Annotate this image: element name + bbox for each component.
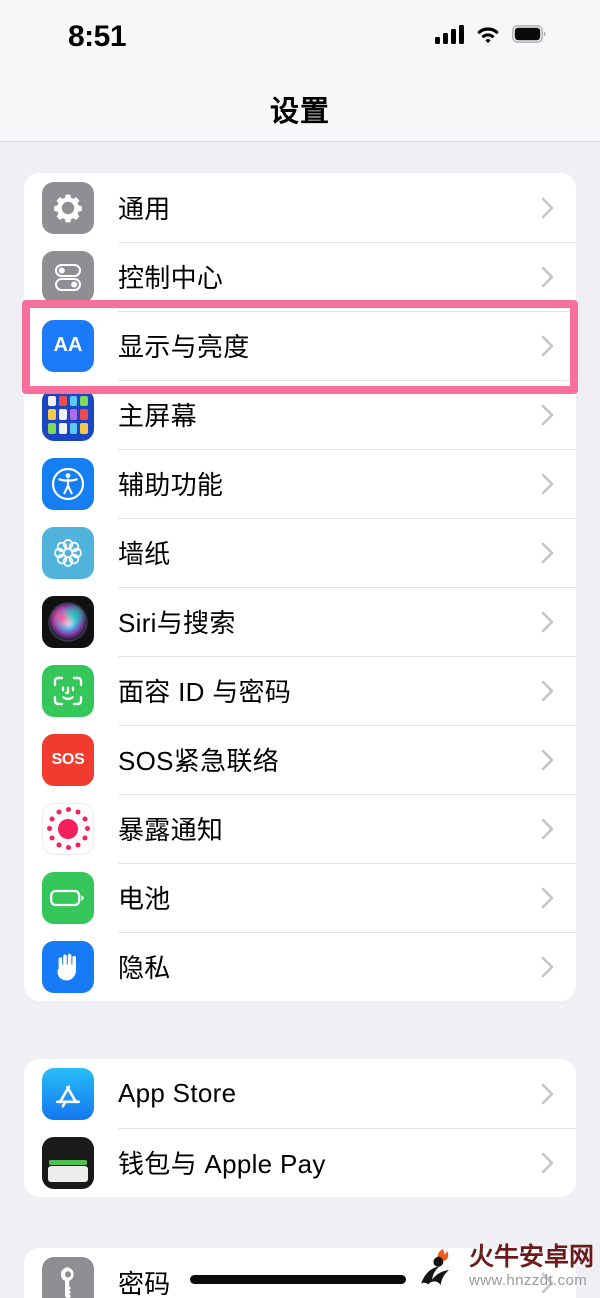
settings-group-store: App Store 钱包与 Apple Pay — [24, 1059, 576, 1197]
settings-list-scroll[interactable]: 通用 控制中心 AA 显示与亮度 主屏幕 辅助功能 墙纸 Siri与搜索 面容 … — [0, 142, 600, 1298]
exposure-notification-icon — [42, 802, 94, 855]
settings-row-label: 主屏幕 — [118, 401, 197, 431]
key-icon — [42, 1256, 94, 1298]
settings-row-exposure-notifications[interactable]: 暴露通知 — [24, 794, 576, 863]
settings-row-label: 控制中心 — [118, 263, 224, 293]
settings-row-label: 辅助功能 — [118, 470, 224, 500]
settings-row-app-store[interactable]: App Store — [24, 1059, 576, 1128]
app-store-icon — [42, 1067, 94, 1120]
status-bar-indicators — [435, 24, 546, 44]
settings-row-label: 面容 ID 与密码 — [118, 677, 292, 707]
battery-icon — [512, 25, 546, 43]
face-id-icon — [42, 664, 94, 717]
aa-icon-label: AA — [53, 334, 83, 356]
settings-row-battery[interactable]: 电池 — [24, 863, 576, 932]
settings-row-label: 电池 — [118, 884, 171, 914]
chevron-right-icon — [541, 680, 554, 701]
wifi-icon — [477, 26, 499, 43]
settings-row-accessibility[interactable]: 辅助功能 — [24, 449, 576, 518]
status-bar-time: 8:51 — [68, 20, 127, 53]
home-indicator[interactable] — [190, 1275, 406, 1284]
settings-group-system: 通用 控制中心 AA 显示与亮度 主屏幕 辅助功能 墙纸 Siri与搜索 面容 … — [24, 173, 576, 1001]
settings-row-label: Siri与搜索 — [118, 608, 236, 638]
chevron-right-icon — [541, 404, 554, 425]
settings-row-label: 钱包与 Apple Pay — [118, 1149, 326, 1179]
display-brightness-aa-icon: AA — [42, 319, 94, 372]
chevron-right-icon — [541, 1083, 554, 1104]
chevron-right-icon — [541, 266, 554, 287]
status-bar: 8:51 — [0, 0, 600, 72]
settings-row-emergency-sos[interactable]: SOS SOS紧急联络 — [24, 725, 576, 794]
sos-icon: SOS — [42, 733, 94, 786]
gear-icon — [42, 181, 94, 234]
bull-flame-logo — [420, 1249, 449, 1286]
settings-row-general[interactable]: 通用 — [24, 173, 576, 242]
page-title: 设置 — [269, 96, 330, 128]
settings-row-label: 显示与亮度 — [118, 332, 250, 362]
settings-row-wallpaper[interactable]: 墙纸 — [24, 518, 576, 587]
settings-row-label: 墙纸 — [118, 539, 171, 569]
settings-row-privacy[interactable]: 隐私 — [24, 932, 576, 1001]
privacy-hand-icon — [42, 940, 94, 993]
battery-green-icon — [42, 871, 94, 924]
settings-row-wallet-apple-pay[interactable]: 钱包与 Apple Pay — [24, 1128, 576, 1197]
chevron-right-icon — [541, 335, 554, 356]
chevron-right-icon — [541, 197, 554, 218]
settings-row-label: SOS紧急联络 — [118, 746, 280, 776]
wallet-icon — [42, 1136, 94, 1189]
settings-row-label: 隐私 — [118, 953, 171, 983]
settings-row-label: 暴露通知 — [118, 815, 224, 845]
chevron-right-icon — [541, 473, 554, 494]
siri-orb-icon — [42, 595, 94, 648]
sos-icon-label: SOS — [51, 750, 85, 768]
chevron-right-icon — [541, 887, 554, 908]
settings-row-control-center[interactable]: 控制中心 — [24, 242, 576, 311]
settings-row-face-id-passcode[interactable]: 面容 ID 与密码 — [24, 656, 576, 725]
control-center-icon — [42, 250, 94, 303]
accessibility-icon — [42, 457, 94, 510]
iphone-settings-screen: 8:51 设置 通用 控制中心 AA 显示与亮度 主屏幕 辅助功能 墙纸 Sir… — [0, 0, 600, 1298]
chevron-right-icon — [541, 542, 554, 563]
settings-row-label: App Store — [118, 1078, 237, 1108]
chevron-right-icon — [541, 956, 554, 977]
chevron-right-icon — [541, 818, 554, 839]
settings-row-label: 通用 — [118, 194, 171, 224]
settings-row-display-brightness[interactable]: AA 显示与亮度 — [24, 311, 576, 380]
watermark-url: www.hnzzdt.com — [468, 1271, 588, 1289]
navigation-bar: 设置 — [0, 72, 600, 142]
home-screen-grid-icon — [42, 388, 94, 441]
watermark-title: 火牛安卓网 — [468, 1242, 594, 1271]
watermark: 火牛安卓网 www.hnzzdt.com — [415, 1240, 594, 1292]
chevron-right-icon — [541, 611, 554, 632]
wallpaper-flower-icon — [42, 526, 94, 579]
settings-row-siri-search[interactable]: Siri与搜索 — [24, 587, 576, 656]
cellular-signal-icon — [435, 24, 464, 44]
chevron-right-icon — [541, 1152, 554, 1173]
chevron-right-icon — [541, 749, 554, 770]
settings-row-home-screen[interactable]: 主屏幕 — [24, 380, 576, 449]
